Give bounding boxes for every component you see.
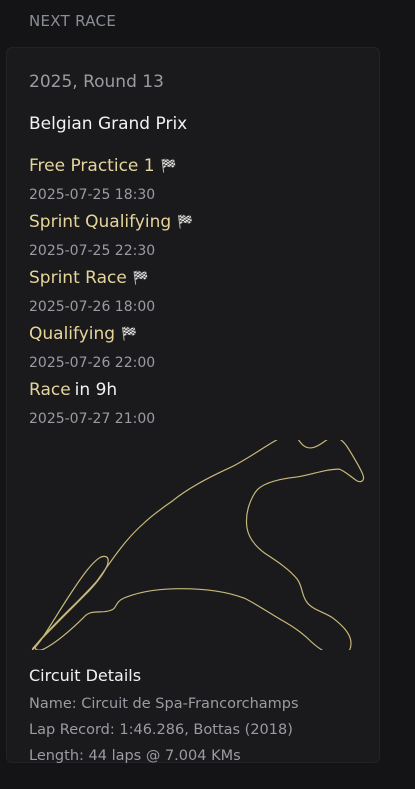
- session-time: 2025-07-26 18:00: [29, 299, 156, 315]
- session-name: Free Practice 1: [29, 156, 155, 176]
- session-item: Sprint Race 🏁 2025-07-26 18:00: [29, 268, 359, 324]
- next-race-page: NEXT RACE 2025, Round 13 Belgian Grand P…: [0, 0, 415, 789]
- session-time: 2025-07-26 22:00: [29, 355, 156, 371]
- circuit-map-icon: [31, 440, 365, 650]
- circuit-length: Length: 44 laps @ 7.004 KMs: [29, 748, 241, 764]
- circuit-details: Circuit Details Name: Circuit de Spa-Fra…: [29, 666, 369, 769]
- session-name: Race: [29, 380, 71, 400]
- checkered-flag-icon: 🏁: [177, 215, 194, 230]
- race-name: Belgian Grand Prix: [29, 114, 188, 134]
- next-race-card: 2025, Round 13 Belgian Grand Prix Free P…: [6, 47, 380, 764]
- session-time: 2025-07-27 21:00: [29, 411, 156, 427]
- session-time: 2025-07-25 18:30: [29, 187, 156, 203]
- session-countdown: in 9h: [74, 380, 118, 400]
- circuit-lap-record: Lap Record: 1:46.286, Bottas (2018): [29, 722, 293, 738]
- session-list: Free Practice 1 🏁 2025-07-25 18:30 Sprint…: [29, 156, 359, 436]
- section-title: NEXT RACE: [29, 12, 117, 30]
- circuit-name: Name: Circuit de Spa-Francorchamps: [29, 696, 299, 712]
- session-item: Sprint Qualifying 🏁 2025-07-25 22:30: [29, 212, 359, 268]
- checkered-flag-icon: 🏁: [160, 159, 177, 174]
- season-round: 2025, Round 13: [29, 72, 164, 92]
- session-item: Qualifying 🏁 2025-07-26 22:00: [29, 324, 359, 380]
- session-time: 2025-07-25 22:30: [29, 243, 156, 259]
- session-name: Sprint Qualifying: [29, 212, 172, 232]
- session-item: Race in 9h 2025-07-27 21:00: [29, 380, 359, 436]
- session-name: Qualifying: [29, 324, 116, 344]
- checkered-flag-icon: 🏁: [121, 327, 138, 342]
- checkered-flag-icon: 🏁: [132, 271, 149, 286]
- session-item: Free Practice 1 🏁 2025-07-25 18:30: [29, 156, 359, 212]
- circuit-details-title: Circuit Details: [29, 666, 142, 685]
- session-name: Sprint Race: [29, 268, 127, 288]
